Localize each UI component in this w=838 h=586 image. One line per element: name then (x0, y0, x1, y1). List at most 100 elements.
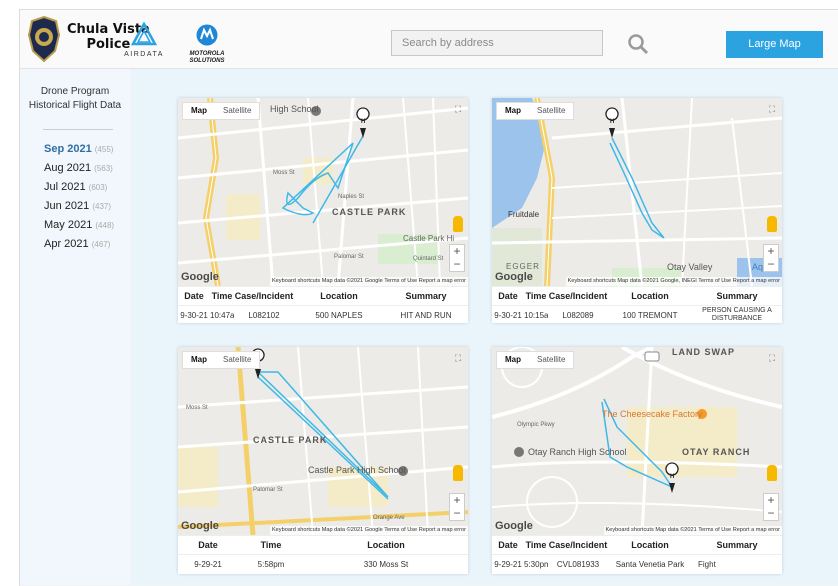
motorola-logo: MOTOROLA SOLUTIONS (183, 24, 231, 65)
school-label: High School (270, 104, 319, 114)
zoom-out-button[interactable]: − (450, 258, 464, 271)
street-label: Quintard St (413, 256, 444, 262)
report-error-link[interactable]: Report a map error (419, 527, 466, 533)
satellite-tab[interactable]: Satellite (215, 352, 259, 368)
place-label: EGGER (506, 262, 540, 271)
keyboard-shortcuts-link[interactable]: Keyboard shortcuts (272, 527, 320, 533)
terms-link[interactable]: Terms of Use (384, 278, 417, 284)
police-badge-logo (27, 15, 61, 63)
pegman-icon[interactable] (453, 465, 463, 481)
motorola-m-icon (196, 24, 218, 46)
table-row[interactable]: 9-30-21 10:47am L082102 500 NAPLES HIT A… (178, 305, 468, 324)
header-bar: Chula Vista Police AIRDATA MOTOROLA SOLU… (20, 10, 838, 69)
col-header: Location (631, 540, 669, 550)
map-canvas: H (492, 347, 782, 535)
zoom-control[interactable]: + − (763, 493, 779, 521)
google-logo: Google (495, 520, 533, 532)
fullscreen-icon[interactable]: ⛶ (767, 353, 777, 363)
map-type-toggle[interactable]: Map Satellite (182, 351, 261, 369)
map-tab[interactable]: Map (497, 103, 529, 119)
map-type-toggle[interactable]: Map Satellite (182, 102, 261, 120)
report-error-link[interactable]: Report a map error (733, 527, 780, 533)
month-item-jun-2021[interactable]: Jun 2021 (437) (44, 197, 114, 216)
col-header: Time (525, 291, 547, 301)
col-header: Case/Incident (548, 540, 608, 550)
cell-case: L082089 (562, 310, 594, 320)
large-map-button[interactable]: Large Map (726, 31, 823, 58)
place-label: Otay Valley (667, 262, 713, 272)
map-type-toggle[interactable]: Map Satellite (496, 102, 575, 120)
school-label: Castle Park High School (308, 465, 406, 475)
zoom-control[interactable]: + − (449, 244, 465, 272)
flight-map[interactable]: H Map Satellite High School CASTLE PARK … (178, 98, 468, 286)
zoom-control[interactable]: + − (763, 244, 779, 272)
keyboard-shortcuts-link[interactable]: Keyboard shortcuts (606, 527, 654, 533)
zoom-control[interactable]: + − (449, 493, 465, 521)
map-attribution: Keyboard shortcuts Map data ©2021 Google… (269, 277, 468, 286)
map-attribution: Keyboard shortcuts Map data ©2021 Terms … (603, 526, 782, 535)
street-label: Palomar St (334, 254, 364, 260)
table-header: Date Time Location (178, 535, 468, 554)
month-item-sep-2021[interactable]: Sep 2021 (455) (44, 140, 114, 159)
map-tab[interactable]: Map (183, 103, 215, 119)
terms-link[interactable]: Terms of Use (698, 278, 731, 284)
col-header: Summary (716, 540, 758, 550)
fullscreen-icon[interactable]: ⛶ (767, 104, 777, 114)
google-logo: Google (181, 271, 219, 283)
table-row[interactable]: 9-29-21 5:30pm CVL081933 Santa Venetia P… (492, 554, 782, 573)
terms-link[interactable]: Terms of Use (698, 527, 731, 533)
search-icon[interactable] (627, 33, 649, 55)
satellite-tab[interactable]: Satellite (215, 103, 259, 119)
fullscreen-icon[interactable]: ⛶ (453, 104, 463, 114)
map-type-toggle[interactable]: Map Satellite (496, 351, 575, 369)
search-input[interactable]: Search by address (391, 30, 603, 56)
table-row[interactable]: 9-30-21 10:15am L082089 100 TREMONT PERS… (492, 305, 782, 324)
neighborhood-label: LAND SWAP (672, 347, 735, 357)
col-header: Location (367, 540, 405, 550)
zoom-out-button[interactable]: − (764, 258, 778, 271)
table-header: Date Time Case/Incident Location Summary (492, 286, 782, 305)
col-header: Time (525, 540, 547, 550)
pegman-icon[interactable] (767, 216, 777, 232)
zoom-out-button[interactable]: − (450, 507, 464, 520)
report-error-link[interactable]: Report a map error (419, 278, 466, 284)
street-label: Naples St (338, 194, 365, 200)
cell-summary: Fight (698, 559, 716, 569)
flight-card: H Map Satellite LAND SWAP The Cheesecake… (492, 347, 782, 574)
cell-time: 5:58pm (257, 559, 285, 569)
month-item-jul-2021[interactable]: Jul 2021 (603) (44, 178, 114, 197)
report-error-link[interactable]: Report a map error (733, 278, 780, 284)
cell-summary: PERSON CAUSING A DISTURBANCE (702, 307, 772, 322)
neighborhood-label: OTAY RANCH (682, 447, 751, 457)
map-tab[interactable]: Map (183, 352, 215, 368)
flight-map[interactable]: H Map Satellite LAND SWAP The Cheesecake… (492, 347, 782, 535)
zoom-out-button[interactable]: − (764, 507, 778, 520)
flight-map[interactable]: H Map Satellite Fruitdale Otay Valley EG… (492, 98, 782, 286)
map-tab[interactable]: Map (497, 352, 529, 368)
incident-table: Date Time Case/Incident Location Summary… (492, 535, 782, 573)
month-item-may-2021[interactable]: May 2021 (448) (44, 216, 114, 235)
flight-map[interactable]: H Map Satellite CASTLE PARK Castle Park … (178, 347, 468, 535)
program-title: Drone Program Historical Flight Data (28, 86, 122, 111)
month-item-aug-2021[interactable]: Aug 2021 (563) (44, 159, 114, 178)
table-header: Date Time Case/Incident Location Summary (492, 535, 782, 554)
map-data-text: Map data ©2021 (655, 527, 697, 533)
keyboard-shortcuts-link[interactable]: Keyboard shortcuts (272, 278, 320, 284)
sidebar: Drone Program Historical Flight Data Sep… (20, 69, 130, 585)
cell-time: 10:15am (524, 310, 548, 320)
google-logo: Google (181, 520, 219, 532)
map-canvas: H (492, 98, 782, 286)
incident-table: Date Time Location 9-29-21 5:58pm 330 Mo… (178, 535, 468, 573)
terms-link[interactable]: Terms of Use (384, 527, 417, 533)
pegman-icon[interactable] (767, 465, 777, 481)
table-row[interactable]: 9-29-21 5:58pm 330 Moss St (178, 554, 468, 573)
fullscreen-icon[interactable]: ⛶ (453, 353, 463, 363)
satellite-tab[interactable]: Satellite (529, 352, 573, 368)
col-header: Location (631, 291, 669, 301)
month-item-apr-2021[interactable]: Apr 2021 (467) (44, 235, 114, 254)
svg-text:H: H (361, 119, 365, 125)
satellite-tab[interactable]: Satellite (529, 103, 573, 119)
keyboard-shortcuts-link[interactable]: Keyboard shortcuts (568, 278, 616, 284)
cell-location: Santa Venetia Park (615, 559, 685, 569)
pegman-icon[interactable] (453, 216, 463, 232)
